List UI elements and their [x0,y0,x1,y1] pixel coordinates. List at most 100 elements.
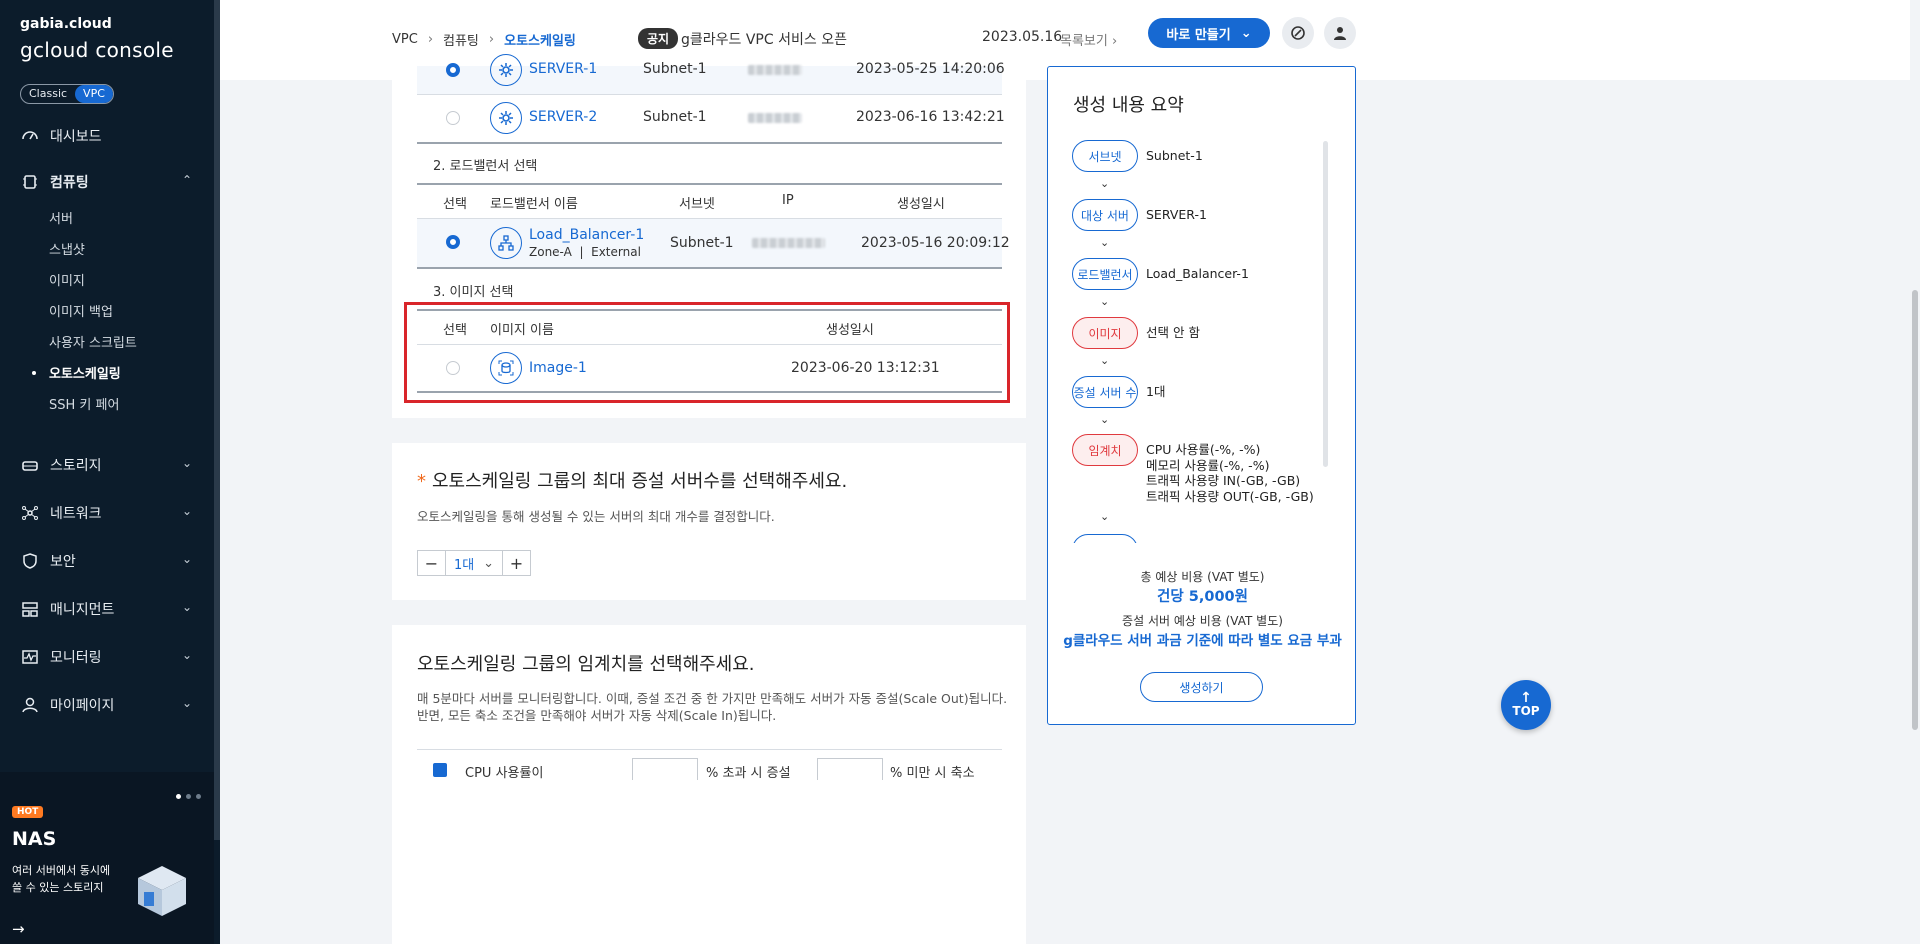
server-created: 2023-06-16 13:42:21 [856,109,1005,125]
chat-button[interactable] [1282,17,1314,49]
monitoring-icon [20,647,40,667]
chevron-down-icon: ⌄ [181,696,192,710]
summary-value-image: 선택 안 함 [1146,325,1200,340]
user-icon [20,695,40,715]
sidebar-item-label: 스토리지 [50,458,102,474]
profile-button[interactable] [1324,17,1356,49]
brand-logo[interactable]: gcloud console [20,38,174,62]
submenu-item-autoscaling[interactable]: 오토스케일링 [0,357,214,388]
sidebar-item-storage[interactable]: 스토리지 ⌄ [0,441,214,489]
arrow-up-icon: ↑ [1520,690,1532,706]
increment-button[interactable]: + [503,551,530,575]
divider [417,267,1002,269]
cpu-over-label: % 초과 시 증설 [706,766,791,781]
submenu-item-ssh-key[interactable]: SSH 키 페어 [0,388,214,419]
notice-badge: 공지 [638,28,679,49]
storage-cube-illustration [138,866,186,916]
sidebar: gabia.cloud gcloud console Classic VPC 대… [0,0,220,944]
notice-more-label: 목록보기 [1060,34,1108,49]
chevron-down-icon: ⌄ [181,552,192,566]
sidebar-item-monitoring[interactable]: 모니터링 ⌄ [0,633,214,681]
threshold-title: 오토스케일링 그룹의 임계치를 선택해주세요. [417,654,755,675]
sidebar-item-label: 모니터링 [50,650,102,666]
server-name-link[interactable]: SERVER-2 [529,109,597,125]
sidebar-scrollbar[interactable] [214,0,220,840]
extra-cost-label: 증설 서버 예상 비용 (VAT 별도) [1122,614,1283,628]
divider [417,142,1002,144]
network-icon [20,503,40,523]
notice-more-link[interactable]: 목록보기 › [1060,30,1117,49]
breadcrumb-item[interactable]: 컴퓨팅 [443,30,479,49]
cpu-label: CPU 사용률이 [465,766,544,781]
sidebar-item-network[interactable]: 네트워크 ⌄ [0,489,214,537]
cpu-over-input[interactable] [632,758,698,780]
decrement-button[interactable]: − [418,551,445,575]
chevron-down-icon: ⌄ [181,504,192,518]
cpu-under-input[interactable] [817,758,883,780]
scroll-top-button[interactable]: ↑ TOP [1501,680,1551,730]
computing-submenu: 서버 스냅샷 이미지 이미지 백업 사용자 스크립트 오토스케일링 SSH 키 … [0,202,214,419]
chevron-down-icon: ⌄ [1240,25,1252,41]
mode-classic[interactable]: Classic [21,85,75,103]
server-ip-masked [748,65,802,75]
breadcrumb-item[interactable]: VPC [392,32,418,47]
chevron-down-icon: ⌄ [1100,236,1110,249]
create-button[interactable]: 생성하기 [1140,672,1263,702]
threshold-line: 트래픽 사용량 OUT(-GB, -GB) [1146,488,1314,504]
cpu-under-label: % 미만 시 축소 [890,766,975,781]
submenu-item-image-backup[interactable]: 이미지 백업 [0,295,214,326]
cpu-checkbox[interactable] [433,763,447,777]
threshold-line: CPU 사용률(-%, -%) [1146,442,1261,457]
server-radio[interactable] [446,63,460,77]
threshold-line: 트래픽 사용량 IN(-GB, -GB) [1146,473,1301,488]
lb-ip-masked [752,238,825,248]
notice-text[interactable]: g클라우드 VPC 서비스 오픈 [681,29,847,49]
sidebar-item-computing[interactable]: 컴퓨팅 ⌃ [0,162,214,202]
mode-vpc[interactable]: VPC [75,85,113,103]
lb-radio[interactable] [446,235,460,249]
max-servers-select[interactable]: 1대 ⌄ [445,551,503,575]
chevron-down-icon: ⌄ [181,648,192,662]
storage-icon [20,455,40,475]
max-servers-stepper[interactable]: − 1대 ⌄ + [417,550,531,576]
threshold-line: 메모리 사용률(-%, -%) [1146,457,1270,473]
page-scrollbar-thumb[interactable] [1912,290,1918,730]
submenu-item-user-script[interactable]: 사용자 스크립트 [0,326,214,357]
submenu-item-image[interactable]: 이미지 [0,264,214,295]
server-name-link[interactable]: SERVER-1 [529,61,597,77]
chevron-down-icon: ⌄ [181,600,192,614]
quick-create-button[interactable]: 바로 만들기 ⌄ [1148,18,1270,48]
arrow-right-icon[interactable]: → [12,920,25,938]
mode-toggle[interactable]: Classic VPC [20,84,114,104]
breadcrumb: VPC › 컴퓨팅 › 오토스케일링 [392,30,576,49]
summary-value-load-balancer: Load_Balancer-1 [1146,266,1249,281]
lb-name-link[interactable]: Load_Balancer-1 [529,227,644,243]
sidebar-item-mypage[interactable]: 마이페이지 ⌄ [0,681,214,729]
total-cost-label: 총 예상 비용 (VAT 별도) [1140,570,1265,584]
carousel-dot[interactable] [176,794,181,799]
lb-header-created: 생성일시 [897,197,945,212]
threshold-desc-1: 매 5분마다 서버를 모니터링합니다. 이때, 증설 조건 중 한 가지만 만족… [417,691,1008,706]
sidebar-item-management[interactable]: 매니지먼트 ⌄ [0,585,214,633]
sidebar-item-security[interactable]: 보안 ⌄ [0,537,214,585]
lb-section-title: 2. 로드밸런서 선택 [433,159,538,174]
carousel-dot[interactable] [196,794,201,799]
sidebar-item-label: 매니지먼트 [50,602,115,618]
summary-label-target-server: 대상 서버 [1072,199,1138,231]
carousel-dot[interactable] [186,794,191,799]
server-radio[interactable] [446,111,460,125]
submenu-item-snapshot[interactable]: 스냅샷 [0,233,214,264]
submenu-item-server[interactable]: 서버 [0,202,214,233]
brand-logo-small[interactable]: gabia.cloud [20,16,112,32]
sidebar-item-dashboard[interactable]: 대시보드 [0,120,214,152]
threshold-desc-2: 반면, 모든 축소 조건을 만족해야 서버가 자동 삭제(Scale In)됩니… [417,708,777,723]
summary-panel: 생성 내용 요약 서브넷 Subnet-1 ⌄ 대상 서버 SERVER-1 ⌄… [1047,66,1356,725]
sidebar-item-label: 마이페이지 [50,698,115,714]
extra-cost-value: g클라우드 서버 과금 기준에 따라 별도 요금 부과 [1063,633,1342,649]
page-scrollbar[interactable] [1910,0,1920,944]
carousel-dots[interactable] [176,794,201,799]
summary-value-subnet: Subnet-1 [1146,148,1203,163]
sidebar-item-label: 대시보드 [50,129,102,145]
max-servers-value: 1대 [454,557,475,573]
divider [417,183,1002,185]
